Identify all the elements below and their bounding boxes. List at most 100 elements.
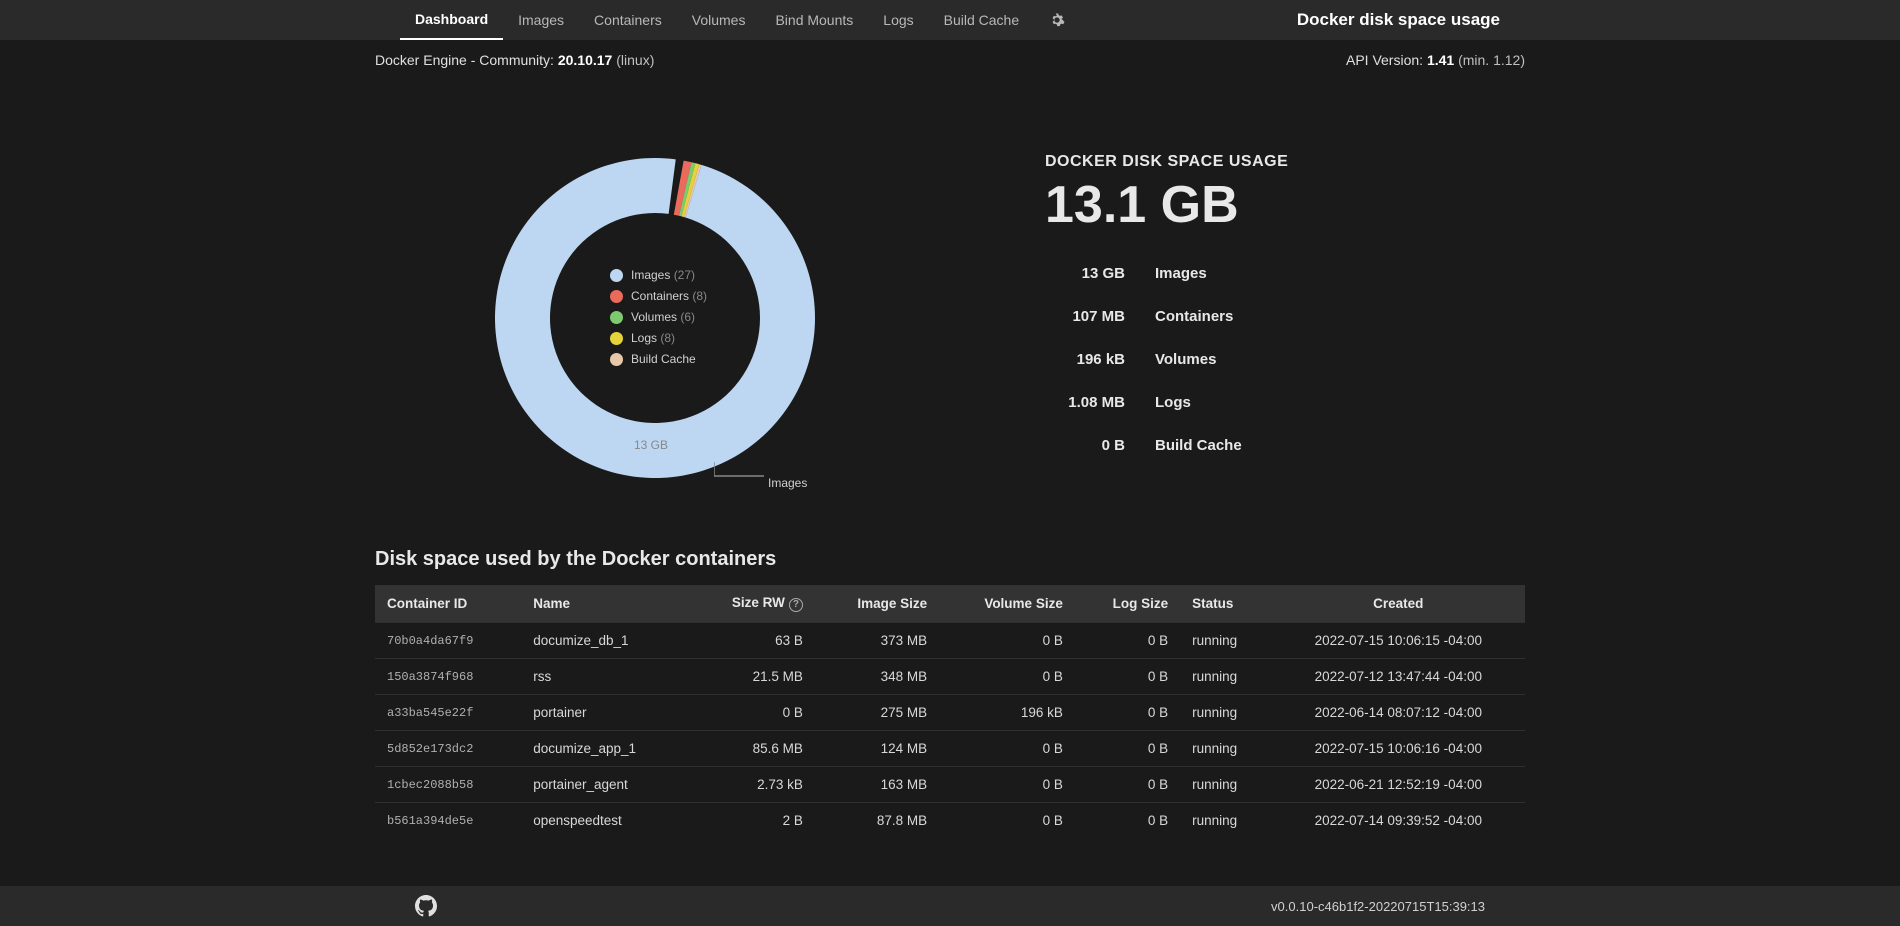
tab-containers[interactable]: Containers	[579, 0, 677, 40]
cell-status: running	[1180, 803, 1271, 839]
col-image-size[interactable]: Image Size	[815, 585, 939, 623]
cell-image-size: 87.8 MB	[815, 803, 939, 839]
tab-images[interactable]: Images	[503, 0, 579, 40]
cell-id: b561a394de5e	[375, 803, 521, 839]
tab-logs[interactable]: Logs	[868, 0, 928, 40]
col-size-rw[interactable]: Size RW?	[689, 585, 815, 623]
col-log-size[interactable]: Log Size	[1075, 585, 1180, 623]
summary-label: Build Cache	[1155, 437, 1288, 454]
footer-version: v0.0.10-c46b1f2-20220715T15:39:13	[1271, 899, 1485, 914]
cell-created: 2022-07-15 10:06:16 -04:00	[1272, 731, 1525, 767]
summary-label: Containers	[1155, 308, 1288, 325]
legend-item[interactable]: Containers (8)	[610, 289, 707, 303]
cell-created: 2022-07-12 13:47:44 -04:00	[1272, 659, 1525, 695]
engine-info: Docker Engine - Community: 20.10.17 (lin…	[375, 52, 654, 68]
chart-center-label: 13 GB	[634, 438, 668, 452]
cell-status: running	[1180, 767, 1271, 803]
summary-panel: DOCKER DISK SPACE USAGE 13.1 GB 13 GB Ima…	[945, 98, 1288, 488]
api-info: API Version: 1.41 (min. 1.12)	[1346, 52, 1525, 68]
summary-size: 107 MB	[1045, 308, 1125, 325]
cell-id: a33ba545e22f	[375, 695, 521, 731]
tab-volumes[interactable]: Volumes	[677, 0, 761, 40]
table-row[interactable]: a33ba545e22fportainer0 B275 MB196 kB0 Br…	[375, 695, 1525, 731]
cell-image-size: 373 MB	[815, 623, 939, 659]
cell-name: openspeedtest	[521, 803, 689, 839]
summary-size: 0 B	[1045, 437, 1125, 454]
cell-image-size: 163 MB	[815, 767, 939, 803]
tab-build-cache[interactable]: Build Cache	[929, 0, 1035, 40]
cell-id: 70b0a4da67f9	[375, 623, 521, 659]
containers-section-title: Disk space used by the Docker containers	[375, 548, 1525, 571]
summary-label: Images	[1155, 265, 1288, 282]
tab-bind-mounts[interactable]: Bind Mounts	[760, 0, 868, 40]
cell-size-rw: 2 B	[689, 803, 815, 839]
cell-log-size: 0 B	[1075, 695, 1180, 731]
github-icon[interactable]	[415, 895, 437, 917]
summary-size: 13 GB	[1045, 265, 1125, 282]
cell-size-rw: 63 B	[689, 623, 815, 659]
cell-id: 150a3874f968	[375, 659, 521, 695]
table-row[interactable]: 70b0a4da67f9documize_db_163 B373 MB0 B0 …	[375, 623, 1525, 659]
table-row[interactable]: 5d852e173dc2documize_app_185.6 MB124 MB0…	[375, 731, 1525, 767]
legend-item[interactable]: Volumes (6)	[610, 310, 707, 324]
cell-status: running	[1180, 731, 1271, 767]
cell-id: 5d852e173dc2	[375, 731, 521, 767]
cell-status: running	[1180, 623, 1271, 659]
gear-icon[interactable]	[1034, 0, 1080, 40]
table-row[interactable]: 150a3874f968rss21.5 MB348 MB0 B0 Brunnin…	[375, 659, 1525, 695]
summary-label: Logs	[1155, 394, 1288, 411]
info-bar: Docker Engine - Community: 20.10.17 (lin…	[375, 52, 1525, 68]
cell-log-size: 0 B	[1075, 623, 1180, 659]
summary-label: Volumes	[1155, 351, 1288, 368]
nav-tabs: DashboardImagesContainersVolumesBind Mou…	[400, 0, 1080, 40]
summary-size: 196 kB	[1045, 351, 1125, 368]
cell-status: running	[1180, 695, 1271, 731]
legend-item[interactable]: Build Cache	[610, 352, 707, 366]
cell-name: documize_db_1	[521, 623, 689, 659]
table-row[interactable]: 1cbec2088b58portainer_agent2.73 kB163 MB…	[375, 767, 1525, 803]
col-created[interactable]: Created	[1272, 585, 1525, 623]
col-name[interactable]: Name	[521, 585, 689, 623]
legend-item[interactable]: Images (27)	[610, 268, 707, 282]
cell-size-rw: 2.73 kB	[689, 767, 815, 803]
cell-status: running	[1180, 659, 1271, 695]
footer: v0.0.10-c46b1f2-20220715T15:39:13	[0, 886, 1900, 926]
cell-volume-size: 0 B	[939, 803, 1075, 839]
cell-image-size: 348 MB	[815, 659, 939, 695]
cell-log-size: 0 B	[1075, 659, 1180, 695]
cell-log-size: 0 B	[1075, 803, 1180, 839]
usage-donut-chart: Images (27) Containers (8) Volumes (6) Logs…	[375, 98, 895, 488]
summary-size: 1.08 MB	[1045, 394, 1125, 411]
cell-volume-size: 0 B	[939, 623, 1075, 659]
cell-name: portainer	[521, 695, 689, 731]
cell-log-size: 0 B	[1075, 731, 1180, 767]
containers-table: Container IDNameSize RW?Image SizeVolume…	[375, 585, 1525, 838]
cell-name: documize_app_1	[521, 731, 689, 767]
cell-size-rw: 85.6 MB	[689, 731, 815, 767]
topbar: DashboardImagesContainersVolumesBind Mou…	[0, 0, 1900, 40]
cell-created: 2022-06-14 08:07:12 -04:00	[1272, 695, 1525, 731]
cell-log-size: 0 B	[1075, 767, 1180, 803]
cell-image-size: 124 MB	[815, 731, 939, 767]
col-container-id[interactable]: Container ID	[375, 585, 521, 623]
app-title: Docker disk space usage	[1297, 10, 1500, 30]
col-volume-size[interactable]: Volume Size	[939, 585, 1075, 623]
cell-created: 2022-06-21 12:52:19 -04:00	[1272, 767, 1525, 803]
cell-size-rw: 0 B	[689, 695, 815, 731]
summary-total: 13.1 GB	[1045, 175, 1288, 235]
tab-dashboard[interactable]: Dashboard	[400, 0, 503, 40]
cell-size-rw: 21.5 MB	[689, 659, 815, 695]
col-status[interactable]: Status	[1180, 585, 1271, 623]
cell-created: 2022-07-15 10:06:15 -04:00	[1272, 623, 1525, 659]
cell-volume-size: 0 B	[939, 767, 1075, 803]
chart-legend: Images (27) Containers (8) Volumes (6) Logs…	[610, 268, 707, 373]
cell-image-size: 275 MB	[815, 695, 939, 731]
summary-title: DOCKER DISK SPACE USAGE	[1045, 153, 1288, 171]
cell-created: 2022-07-14 09:39:52 -04:00	[1272, 803, 1525, 839]
cell-volume-size: 0 B	[939, 731, 1075, 767]
legend-item[interactable]: Logs (8)	[610, 331, 707, 345]
help-icon[interactable]: ?	[789, 598, 803, 612]
cell-name: portainer_agent	[521, 767, 689, 803]
chart-leader-label: Images	[768, 476, 807, 490]
table-row[interactable]: b561a394de5eopenspeedtest2 B87.8 MB0 B0 …	[375, 803, 1525, 839]
